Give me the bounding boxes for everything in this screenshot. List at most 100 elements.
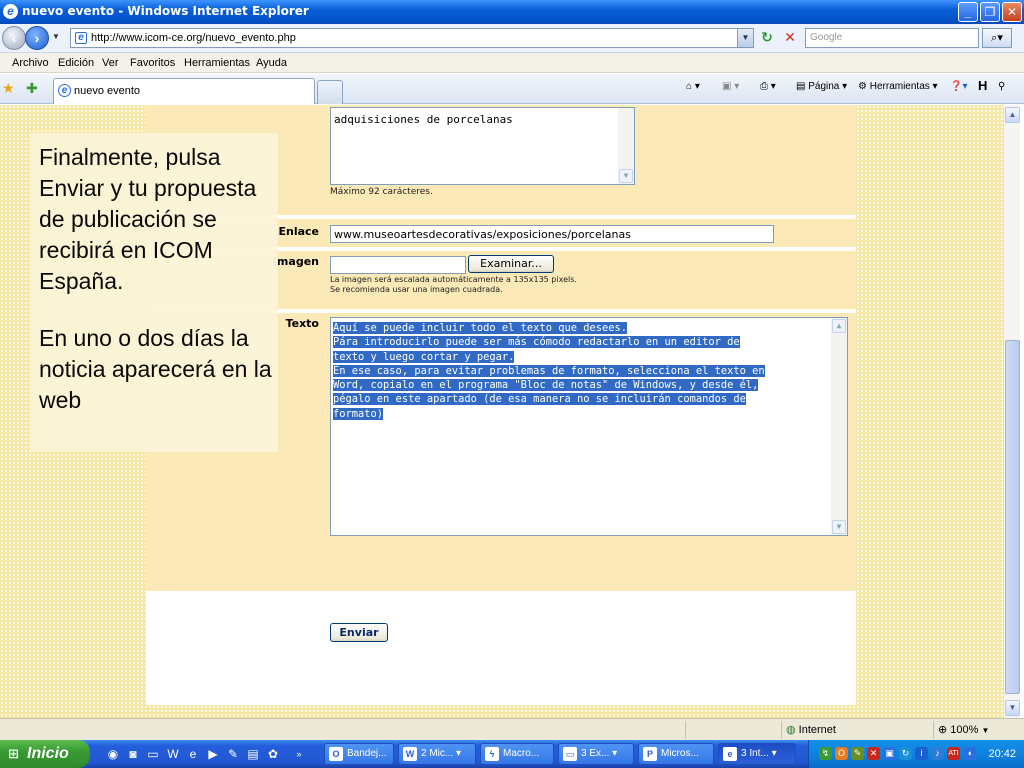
- taskbar-item-label: Micros...: [661, 748, 699, 759]
- quicklaunch-media-icon[interactable]: ▶: [204, 745, 222, 763]
- menu-ver[interactable]: Ver: [102, 57, 119, 69]
- zone-label: Internet: [798, 724, 836, 736]
- address-dropdown-icon[interactable]: ▼: [737, 29, 753, 47]
- back-button[interactable]: ‹: [2, 26, 26, 50]
- quicklaunch-folder-icon[interactable]: ▭: [144, 745, 162, 763]
- taskbar-item-label: 2 Mic...: [421, 748, 454, 759]
- taskbar-clock: 20:42: [988, 748, 1016, 760]
- menu-bar: Archivo Edición Ver Favoritos Herramient…: [0, 53, 1024, 73]
- text-scrollbar[interactable]: ▲ ▼: [831, 318, 847, 535]
- tray-network-icon[interactable]: ↯: [819, 747, 832, 760]
- text-line: formato): [333, 407, 384, 420]
- scroll-down-icon[interactable]: ▼: [1005, 700, 1020, 716]
- quicklaunch-tool-icon[interactable]: ✎: [224, 745, 242, 763]
- taskbar-item-powerpoint[interactable]: P Micros...: [638, 743, 714, 765]
- powerpoint-icon: P: [643, 747, 657, 761]
- new-tab-button[interactable]: [317, 80, 343, 104]
- image-hint-square: Se recomienda usar una imagen cuadrada.: [330, 285, 503, 294]
- quicklaunch-desktop-icon[interactable]: ◉: [104, 745, 122, 763]
- menu-archivo[interactable]: Archivo: [12, 57, 49, 69]
- maximize-icon[interactable]: ❐: [980, 2, 1000, 22]
- taskbar-item-internet-explorer[interactable]: e3 Int... ▾: [718, 743, 796, 765]
- search-button[interactable]: ⌕▾: [982, 28, 1012, 48]
- zoom-dropdown-icon[interactable]: ▼: [981, 726, 989, 735]
- taskbar-item-label: 3 Int...: [741, 748, 769, 759]
- tray-volume-icon[interactable]: ♪: [931, 747, 944, 760]
- menu-favoritos[interactable]: Favoritos: [130, 57, 175, 69]
- menu-herramientas[interactable]: Herramientas: [184, 57, 250, 69]
- ie-icon: e: [723, 747, 737, 761]
- add-favorites-icon[interactable]: ✚: [26, 80, 38, 97]
- quicklaunch-messenger-icon[interactable]: ✿: [264, 745, 282, 763]
- home-icon[interactable]: ⌂ ▾: [686, 81, 700, 92]
- tray-monitor-icon[interactable]: ▣: [883, 747, 896, 760]
- close-icon[interactable]: ✕: [1002, 2, 1022, 22]
- address-input[interactable]: e http://www.icom-ce.org/nuevo_evento.ph…: [70, 28, 754, 48]
- taskbar-item-word[interactable]: W2 Mic... ▾: [398, 743, 476, 765]
- taskbar-item-macro[interactable]: ϟ Macro...: [480, 743, 554, 765]
- description-hint: Máximo 92 carácteres.: [330, 187, 433, 197]
- tab-nuevo-evento[interactable]: e nuevo evento: [53, 78, 315, 104]
- submit-button[interactable]: Enviar: [330, 623, 388, 642]
- stop-icon[interactable]: ✕: [781, 29, 799, 47]
- tray-security-icon[interactable]: ✕: [867, 747, 880, 760]
- toolbar-h-icon[interactable]: H: [978, 78, 987, 93]
- description-scrollbar[interactable]: ▼: [618, 108, 634, 184]
- text-textarea[interactable]: Aquí se puede incluir todo el texto que …: [330, 317, 848, 536]
- tools-menu[interactable]: ⚙ Herramientas ▾: [858, 81, 938, 92]
- quicklaunch-doc-icon[interactable]: ▤: [244, 745, 262, 763]
- tab-bar: ★ ✚ e nuevo evento ⌂ ▾ ▣ ▾ ⎙ ▾ ▤ Página …: [0, 74, 1024, 104]
- text-line: texto y luego cortar y pegar.: [333, 350, 515, 363]
- page-scrollbar[interactable]: ▲ ▼: [1003, 105, 1020, 718]
- tools-menu-label: Herramientas: [869, 81, 930, 92]
- page-viewport: adquisiciones de porcelanas ▼ Máximo 92 …: [0, 105, 1003, 718]
- menu-ayuda[interactable]: Ayuda: [256, 57, 287, 69]
- feeds-icon[interactable]: ▣ ▾: [722, 81, 739, 92]
- tray-sync-icon[interactable]: ↻: [899, 747, 912, 760]
- research-icon[interactable]: ⚲: [998, 81, 1005, 92]
- scrollbar-thumb[interactable]: [1005, 340, 1020, 694]
- description-textarea[interactable]: adquisiciones de porcelanas ▼: [330, 107, 635, 185]
- link-input[interactable]: www.museoartesdecorativas/exposiciones/p…: [330, 225, 774, 243]
- print-icon[interactable]: ⎙ ▾: [760, 81, 776, 92]
- menu-edicion[interactable]: Edición: [58, 57, 94, 69]
- help-icon[interactable]: ❓▾: [950, 81, 967, 92]
- tray-info-icon[interactable]: i: [915, 747, 928, 760]
- ie-logo-icon: e: [3, 4, 18, 19]
- globe-icon: ◍: [786, 724, 796, 736]
- browse-button[interactable]: Examinar...: [468, 255, 554, 273]
- system-tray: ↯ O ✎ ✕ ▣ ↻ i ♪ ATI ◖ 20:42: [808, 740, 1024, 768]
- outlook-icon: O: [329, 747, 343, 761]
- url-text: http://www.icom-ce.org/nuevo_evento.php: [91, 32, 296, 44]
- word-icon: W: [403, 747, 417, 761]
- search-input[interactable]: Google: [805, 28, 979, 48]
- taskbar: ⊞ Inicio ◉ ◙ ▭ W e ▶ ✎ ▤ ✿ » O Bandej... …: [0, 740, 1024, 768]
- scroll-down-icon[interactable]: ▼: [832, 520, 846, 534]
- text-line: Aquí se puede incluir todo el texto que …: [333, 322, 628, 334]
- quicklaunch-ie-icon[interactable]: e: [184, 745, 202, 763]
- quicklaunch-word-icon[interactable]: W: [164, 745, 182, 763]
- quicklaunch-more-icon[interactable]: »: [290, 745, 308, 763]
- page-menu[interactable]: ▤ Página ▾: [796, 81, 847, 92]
- taskbar-item-bandeja[interactable]: O Bandej...: [324, 743, 394, 765]
- zoom-control[interactable]: ⊕ 100% ▼: [933, 721, 1024, 739]
- window-title-bar: e nuevo evento - Windows Internet Explor…: [0, 0, 1024, 24]
- tray-ati-icon[interactable]: ATI: [947, 747, 960, 760]
- taskbar-item-explorer[interactable]: ▭ 3 Ex... ▾: [558, 743, 634, 765]
- minimize-icon[interactable]: _: [958, 2, 978, 22]
- forward-button[interactable]: ›: [25, 26, 49, 50]
- tray-speaker-icon[interactable]: ◖: [963, 747, 976, 760]
- history-dropdown-icon[interactable]: ▼: [52, 32, 60, 41]
- favorites-center-icon[interactable]: ★: [2, 80, 15, 97]
- scroll-down-icon[interactable]: ▼: [619, 169, 633, 183]
- tray-pen-icon[interactable]: ✎: [851, 747, 864, 760]
- scroll-up-icon[interactable]: ▲: [1005, 107, 1020, 123]
- scroll-up-icon[interactable]: ▲: [832, 319, 846, 333]
- quicklaunch-outlook-icon[interactable]: ◙: [124, 745, 142, 763]
- tray-outlook-icon[interactable]: O: [835, 747, 848, 760]
- page-favicon-icon: e: [75, 32, 87, 44]
- start-button[interactable]: ⊞ Inicio: [0, 740, 90, 768]
- text-content: Aquí se puede incluir todo el texto que …: [333, 321, 828, 421]
- image-file-input[interactable]: [330, 256, 466, 274]
- refresh-icon[interactable]: ↻: [757, 29, 777, 47]
